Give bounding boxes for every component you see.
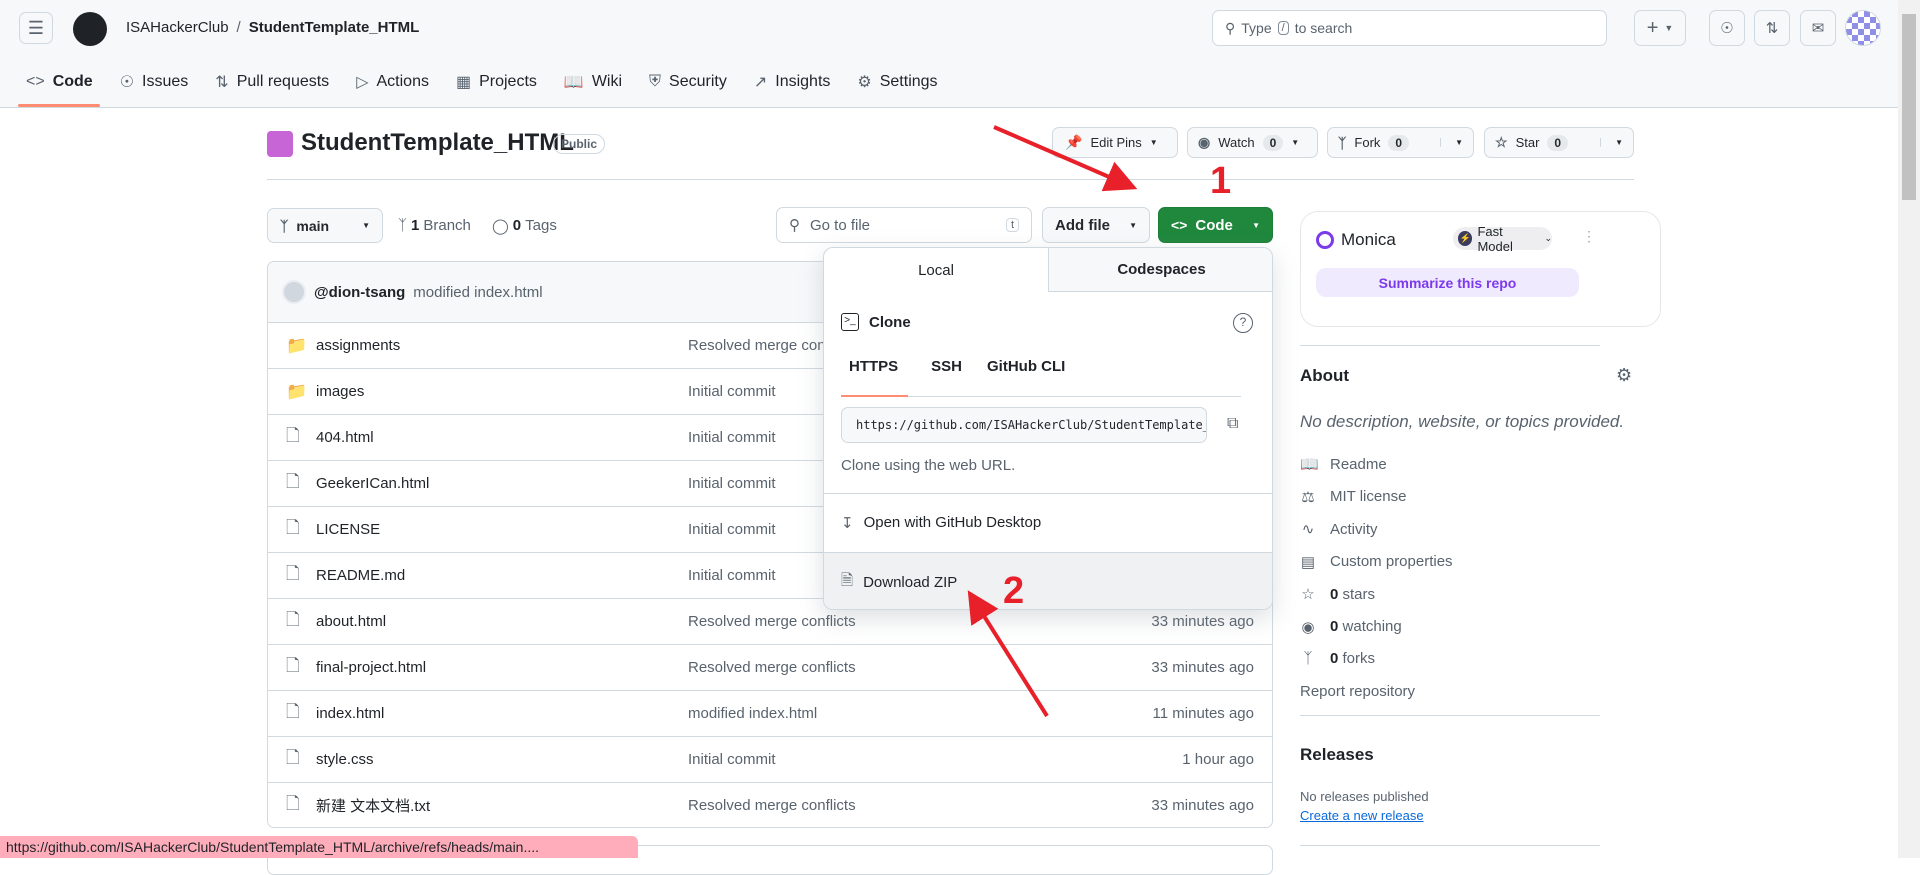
annotation-arrow-2 — [967, 590, 1049, 718]
annotation-arrow-1 — [993, 125, 1138, 192]
annotation-overlay: 1 2 — [967, 125, 1231, 718]
annotation-label-1: 1 — [1210, 160, 1231, 202]
annotation-label-2: 2 — [1003, 570, 1024, 612]
